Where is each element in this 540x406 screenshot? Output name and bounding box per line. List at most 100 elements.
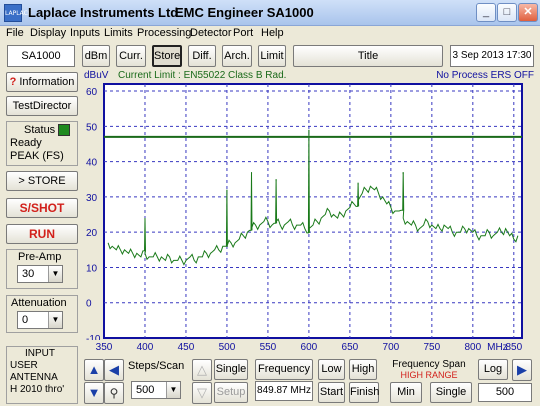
preamp-group: Pre-Amp 30 ▼ [6, 249, 78, 289]
left-arrow-button[interactable]: ◀ [104, 359, 124, 381]
app-icon-text: LAPLACE [5, 10, 32, 17]
x-unit-label: MHz [487, 342, 508, 352]
x-tick-label: 600 [301, 342, 318, 352]
setup-button[interactable]: Setup [214, 382, 248, 403]
log-value-field: 500 [478, 383, 532, 402]
log-button[interactable]: Log [478, 359, 508, 380]
min-button[interactable]: Min [390, 382, 422, 403]
chart-header: dBuV Current Limit : EN55022 Class B Rad… [84, 70, 540, 82]
plot-area [103, 83, 523, 339]
high-button[interactable]: High [349, 359, 377, 380]
input-group: INPUT USER ANTENNA H 2010 thro' [6, 346, 78, 404]
step-down-button[interactable]: ▽ [192, 382, 212, 404]
archive-button[interactable]: Arch. [222, 45, 252, 67]
single-scan-button[interactable]: Single [214, 359, 248, 380]
steps-select[interactable]: 500 ▼ [131, 381, 181, 399]
x-tick-label: 700 [383, 342, 400, 352]
x-axis-labels: 350 400 450 500 550 600 650 700 750 800 850MHz [96, 342, 523, 353]
input-line-1: INPUT [25, 348, 55, 359]
menu-limits[interactable]: Limits [104, 27, 133, 39]
x-tick-label: 650 [342, 342, 359, 352]
current-limit-label: Current Limit : EN55022 Class B Rad. [118, 70, 287, 81]
chevron-down-icon: ▼ [166, 382, 180, 398]
close-button[interactable]: ✕ [518, 3, 538, 22]
x-tick-label: 350 [96, 342, 113, 352]
minimize-button[interactable]: _ [476, 3, 496, 22]
finish-button[interactable]: Finish [349, 382, 379, 403]
span-value: HIGH RANGE [400, 370, 458, 380]
run-button[interactable]: RUN [6, 224, 78, 244]
preamp-select[interactable]: 30 ▼ [17, 265, 63, 283]
menu-port[interactable]: Port [233, 27, 253, 39]
x-tick-label: 750 [423, 342, 440, 352]
input-line-4: H 2010 thro' [10, 384, 65, 395]
zoom-out-button[interactable]: ⚲ [104, 382, 124, 404]
down-arrow-button[interactable]: ▼ [84, 382, 104, 404]
process-status: No Process ERS OFF [436, 70, 534, 81]
title-button[interactable]: Title [293, 45, 443, 67]
model-field: SA1000 [7, 45, 75, 67]
low-button[interactable]: Low [318, 359, 345, 380]
information-button[interactable]: ? Information [6, 72, 78, 92]
y-tick-label: 40 [86, 158, 98, 169]
magnifier-icon: ⚲ [109, 386, 119, 400]
store-button[interactable]: Store [152, 45, 182, 67]
up-arrow-button[interactable]: ▲ [84, 359, 104, 381]
preamp-value: 30 [22, 268, 35, 280]
menu-inputs[interactable]: Inputs [70, 27, 100, 39]
single-span-button[interactable]: Single [430, 382, 472, 403]
frequency-button[interactable]: Frequency [255, 359, 313, 380]
span-label: Frequency Span [392, 359, 466, 370]
y-unit-label: dBuV [84, 70, 109, 81]
x-tick-label: 500 [219, 342, 236, 352]
window-app-name: EMC Engineer SA1000 [175, 5, 314, 20]
window-title: Laplace Instruments Ltd [28, 5, 179, 20]
menu-file[interactable]: File [6, 27, 24, 39]
toolbar: SA1000 dBm Curr. Store Diff. Arch. Limit… [0, 42, 540, 70]
step-up-button[interactable]: △ [192, 359, 212, 381]
y-tick-label: 0 [86, 299, 92, 310]
menu-processing[interactable]: Processing [137, 27, 191, 39]
x-tick-label: 550 [260, 342, 277, 352]
testdirector-button[interactable]: TestDirector [6, 96, 78, 116]
steps-label: Steps/Scan [128, 360, 185, 372]
spectrum-plot: 6050403020100-10 [86, 83, 523, 345]
status-label: Status [24, 124, 56, 136]
attenuation-label: Attenuation [11, 297, 67, 309]
y-tick-label: 20 [86, 228, 98, 239]
y-tick-label: 10 [86, 263, 98, 274]
status-line-1: Ready [10, 137, 42, 149]
menu-detector[interactable]: Detector [190, 27, 232, 39]
app-icon: LAPLACE [4, 4, 32, 22]
date-display: 3 Sep 2013 17:30 [450, 45, 534, 67]
limit-button[interactable]: Limit [258, 45, 286, 67]
y-tick-label: 50 [86, 122, 98, 133]
y-tick-label: 60 [86, 87, 98, 98]
maximize-button[interactable]: □ [497, 3, 517, 22]
x-tick-label: 400 [137, 342, 154, 352]
diff-button[interactable]: Diff. [188, 45, 216, 67]
attenuation-value: 0 [22, 314, 29, 326]
start-button[interactable]: Start [318, 382, 345, 403]
sshot-button[interactable]: S/SHOT [6, 198, 78, 218]
question-icon: ? [9, 76, 17, 88]
attenuation-select[interactable]: 0 ▼ [17, 311, 63, 329]
x-axis: 350 400 450 500 550 600 650 700 750 800 850 MHz [84, 340, 540, 353]
status-group: Status Ready PEAK (FS) [6, 121, 78, 166]
left-panel: ? Information TestDirector Status Ready … [0, 70, 84, 406]
current-button[interactable]: Curr. [116, 45, 146, 67]
dbm-button[interactable]: dBm [82, 45, 110, 67]
menu-help[interactable]: Help [261, 27, 284, 39]
title-bar: LAPLACE Laplace Instruments Ltd EMC Engi… [0, 0, 540, 26]
store-action-button[interactable]: > STORE [6, 171, 78, 191]
preamp-label: Pre-Amp [18, 251, 62, 263]
information-label: Information [19, 76, 75, 88]
input-line-2: USER [10, 360, 38, 371]
y-tick-label: 30 [86, 193, 98, 204]
right-arrow-button[interactable]: ▶ [512, 359, 532, 381]
chevron-down-icon: ▼ [48, 312, 62, 328]
status-line-2: PEAK (FS) [10, 150, 64, 162]
steps-value: 500 [136, 384, 155, 396]
menu-display[interactable]: Display [30, 27, 66, 39]
chevron-down-icon: ▼ [48, 266, 62, 282]
